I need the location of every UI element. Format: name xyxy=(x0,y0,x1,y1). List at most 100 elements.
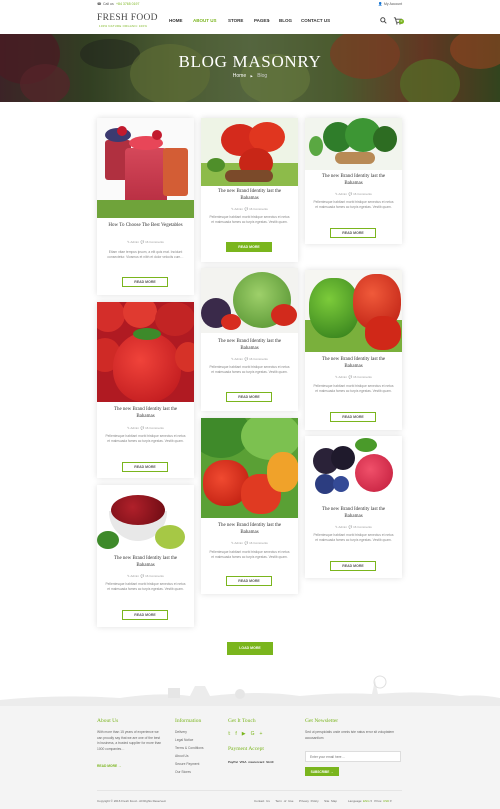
newsletter-email-input[interactable] xyxy=(305,751,401,762)
read-more-button[interactable]: READ MORE xyxy=(226,392,272,402)
arrow-right-icon: → xyxy=(118,764,122,768)
post-excerpt: Pellentesque habitant morbi tristique se… xyxy=(105,434,186,443)
cart-count-badge: 0 xyxy=(399,19,404,24)
blog-card: The new Brand Identity last the Bahamas … xyxy=(305,270,402,430)
footer-contact-link[interactable]: Contact Us xyxy=(254,799,270,803)
post-comments[interactable]: 16 Comments xyxy=(353,525,372,529)
my-account-link[interactable]: My Account xyxy=(384,2,402,6)
search-icon[interactable] xyxy=(380,17,387,24)
post-meta: ✎ Admin 💬 16 Comments xyxy=(97,574,194,578)
post-author[interactable]: Admin xyxy=(338,525,347,529)
post-image[interactable] xyxy=(305,436,402,502)
post-image[interactable] xyxy=(201,418,298,518)
google-plus-icon[interactable]: G+ xyxy=(251,731,268,737)
subscribe-button[interactable]: SUBSCRIBE → xyxy=(305,767,339,776)
footer-info-link[interactable]: Our Stores xyxy=(175,770,191,776)
read-more-button[interactable]: READ MORE xyxy=(122,610,168,620)
post-comments[interactable]: 16 Comments xyxy=(145,574,164,578)
nav-store[interactable]: STORE xyxy=(228,18,243,23)
post-title[interactable]: The new Brand Identity last the Bahamas xyxy=(105,406,186,420)
post-image[interactable] xyxy=(305,118,402,170)
read-more-button[interactable]: READ MORE xyxy=(226,576,272,586)
post-meta: ✎ Admin 💬 16 Comments xyxy=(97,240,194,244)
read-more-button[interactable]: READ MORE xyxy=(330,412,376,422)
post-author[interactable]: Admin xyxy=(338,192,347,196)
post-title[interactable]: The new Brand Identity last the Bahamas xyxy=(209,522,290,536)
post-excerpt: Pellentesque habitant morbi tristique se… xyxy=(313,533,394,542)
youtube-icon[interactable]: ▶ xyxy=(242,731,251,737)
post-image[interactable] xyxy=(97,302,194,402)
read-more-button[interactable]: READ MORE xyxy=(122,277,168,287)
footer-about-title: About Us xyxy=(97,718,119,724)
read-more-button[interactable]: READ MORE xyxy=(122,462,168,472)
post-comments[interactable]: 16 Comments xyxy=(145,426,164,430)
footer-info-link[interactable]: Secure Payment xyxy=(175,762,199,768)
post-image[interactable] xyxy=(305,270,402,352)
farm-silhouette-decoration xyxy=(0,675,500,708)
footer-info-link[interactable]: Legal Notice xyxy=(175,738,193,744)
post-image[interactable] xyxy=(97,118,194,218)
footer-info-link[interactable]: Terms & Conditions xyxy=(175,746,204,752)
nav-contact[interactable]: CONTACT US xyxy=(301,18,330,23)
post-comments[interactable]: 16 Comments xyxy=(353,192,372,196)
footer-privacy-link[interactable]: Privacy Policy xyxy=(299,799,319,803)
footer-about-text: With more than 15 years of experience we… xyxy=(97,730,162,752)
footer-info-link[interactable]: About Us xyxy=(175,754,189,760)
post-image[interactable] xyxy=(201,268,298,333)
post-author[interactable]: Admin xyxy=(130,240,139,244)
blog-card: The new Brand Identity last the Bahamas … xyxy=(97,302,194,478)
post-image[interactable] xyxy=(97,485,194,551)
language-select[interactable]: ENG xyxy=(363,799,370,803)
footer-language-currency: Language: ENG ▾ Price: USD ▾ xyxy=(348,799,392,803)
post-meta: ✎ Admin 💬 16 Comments xyxy=(305,525,402,529)
post-author[interactable]: Admin xyxy=(130,426,139,430)
post-author[interactable]: Admin xyxy=(234,207,243,211)
logo[interactable]: FRESH FOOD xyxy=(97,13,158,23)
currency-select[interactable]: USD xyxy=(383,799,389,803)
chevron-down-icon: ▾ xyxy=(370,799,372,803)
phone-icon: ☎ xyxy=(97,2,102,6)
post-comments[interactable]: 16 Comments xyxy=(145,240,164,244)
breadcrumb-separator-icon: ▶ xyxy=(250,74,253,78)
post-title[interactable]: The new Brand Identity last the Bahamas xyxy=(313,173,394,187)
post-title[interactable]: The new Brand Identity last the Bahamas xyxy=(209,338,290,352)
post-title[interactable]: The new Brand Identity last the Bahamas xyxy=(105,555,186,569)
chevron-down-icon: ▾ xyxy=(268,19,270,23)
post-meta: ✎ Admin 💬 16 Comments xyxy=(201,207,298,211)
post-comments[interactable]: 16 Comments xyxy=(249,541,268,545)
footer-sitemap-link[interactable]: Site Map xyxy=(324,799,337,803)
post-comments[interactable]: 16 Comments xyxy=(353,375,372,379)
load-more-button[interactable]: LOAD MORE xyxy=(227,642,273,655)
footer-touch-title: Get It Touch xyxy=(228,718,256,724)
newsletter-text: Sed ut perspiciatis unde omnis iste natu… xyxy=(305,730,395,740)
main-header xyxy=(0,8,500,34)
nav-blog[interactable]: BLOG xyxy=(279,18,292,23)
post-author[interactable]: Admin xyxy=(338,375,347,379)
phone-number[interactable]: +84 3765 0197 xyxy=(116,2,139,6)
visa-logo: VISA xyxy=(239,760,247,764)
post-comments[interactable]: 16 Comments xyxy=(249,207,268,211)
chevron-down-icon: ▾ xyxy=(390,799,392,803)
nav-about[interactable]: ABOUT US xyxy=(193,18,217,23)
post-title[interactable]: How To Choose The Best Vegetables xyxy=(105,222,186,229)
nav-home[interactable]: HOME xyxy=(169,18,183,23)
post-author[interactable]: Admin xyxy=(234,541,243,545)
post-comments[interactable]: 16 Comments xyxy=(249,357,268,361)
footer-read-more-link[interactable]: READ MORE → xyxy=(97,764,121,768)
read-more-button[interactable]: READ MORE xyxy=(330,561,376,571)
read-more-button[interactable]: READ MORE xyxy=(330,228,376,238)
blog-card: The new Brand Identity last the Bahamas … xyxy=(201,268,298,411)
footer-info-link[interactable]: Delivery xyxy=(175,730,187,736)
post-author[interactable]: Admin xyxy=(234,357,243,361)
price-label: Price: xyxy=(374,799,383,803)
post-title[interactable]: The new Brand Identity last the Bahamas xyxy=(313,356,394,370)
post-author[interactable]: Admin xyxy=(130,574,139,578)
read-more-button[interactable]: READ MORE xyxy=(226,242,272,252)
post-title[interactable]: The new Brand Identity last the Bahamas xyxy=(209,188,290,202)
payment-accept-title: Payment Accept xyxy=(228,746,264,752)
blog-card: How To Choose The Best Vegetables ✎ Admi… xyxy=(97,118,194,295)
breadcrumb-home[interactable]: Home xyxy=(233,73,246,79)
post-title[interactable]: The new Brand Identity last the Bahamas xyxy=(313,506,394,520)
footer-terms-link[interactable]: Term of Use xyxy=(275,799,293,803)
post-image[interactable] xyxy=(201,118,298,186)
